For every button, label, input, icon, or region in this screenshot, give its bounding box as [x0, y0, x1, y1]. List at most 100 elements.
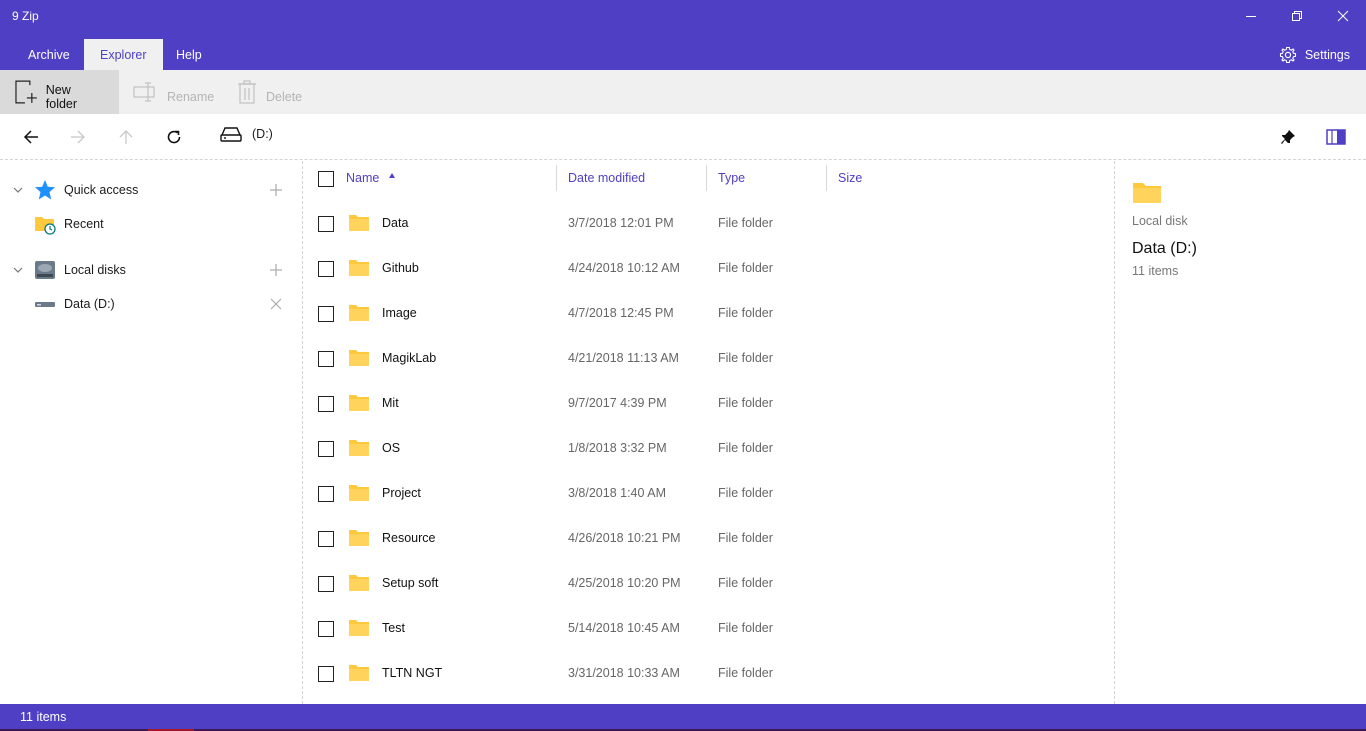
table-row[interactable]: Image 4/7/2018 12:45 PM File folder: [304, 291, 1115, 336]
folder-icon: [349, 485, 369, 501]
sidebar-item-recent[interactable]: Recent: [0, 210, 303, 238]
breadcrumb[interactable]: (D:): [220, 126, 273, 142]
file-name: Project: [382, 486, 421, 500]
file-name: Image: [382, 306, 417, 320]
file-type: File folder: [718, 351, 773, 365]
sidebar-item-local-disks[interactable]: Local disks: [0, 256, 303, 284]
new-folder-button[interactable]: New folder: [0, 70, 119, 114]
column-date-modified[interactable]: Date modified: [568, 171, 645, 185]
rename-button[interactable]: Rename: [119, 70, 228, 114]
row-checkbox[interactable]: [318, 396, 334, 412]
row-checkbox[interactable]: [318, 486, 334, 502]
row-checkbox[interactable]: [318, 441, 334, 457]
folder-icon: [349, 620, 369, 636]
title-bar: 9 Zip: [0, 0, 1366, 32]
back-button[interactable]: [18, 124, 44, 150]
sidebar-item-quick-access[interactable]: Quick access: [0, 176, 303, 204]
table-row[interactable]: Mit 9/7/2017 4:39 PM File folder: [304, 381, 1115, 426]
file-date-modified: 5/14/2018 10:45 AM: [568, 621, 680, 635]
file-date-modified: 4/24/2018 10:12 AM: [568, 261, 680, 275]
chevron-down-icon[interactable]: [12, 264, 24, 276]
settings-label: Settings: [1304, 47, 1350, 62]
table-row[interactable]: Test 5/14/2018 10:45 AM File folder: [304, 606, 1115, 651]
folder-icon: [349, 530, 369, 546]
tab-archive[interactable]: Archive: [12, 39, 86, 70]
file-type: File folder: [718, 486, 773, 500]
folder-icon: [349, 395, 369, 411]
folder-icon: [349, 215, 369, 231]
column-header: Name Date modified Type Size: [304, 161, 1115, 197]
forward-button[interactable]: [65, 124, 91, 150]
file-type: File folder: [718, 306, 773, 320]
file-date-modified: 4/21/2018 11:13 AM: [568, 351, 679, 365]
sidebar-item-label: Recent: [64, 217, 104, 231]
add-local-disk-button[interactable]: [268, 262, 284, 278]
details-pane: Local disk Data (D:) 11 items: [1116, 161, 1366, 704]
file-name: Resource: [382, 531, 436, 545]
table-row[interactable]: Project 3/8/2018 1:40 AM File folder: [304, 471, 1115, 516]
breadcrumb-path: (D:): [252, 127, 273, 141]
refresh-icon: [167, 130, 181, 144]
column-name[interactable]: Name: [346, 171, 379, 185]
column-divider[interactable]: [556, 165, 557, 191]
row-checkbox[interactable]: [318, 351, 334, 367]
rename-icon: [133, 82, 155, 102]
sidebar: Quick access Recent Local disks Data (D:…: [0, 161, 303, 704]
navigation-bar: (D:): [0, 114, 1366, 160]
ribbon-toolbar: New folder Rename Delete: [0, 70, 1366, 114]
close-icon: [1337, 10, 1349, 22]
table-row[interactable]: MagikLab 4/21/2018 11:13 AM File folder: [304, 336, 1115, 381]
file-name: MagikLab: [382, 351, 437, 365]
rename-label: Rename: [167, 90, 215, 104]
trash-icon: [238, 80, 256, 104]
row-checkbox[interactable]: [318, 261, 334, 277]
file-type: File folder: [718, 261, 773, 275]
close-button[interactable]: [1320, 0, 1366, 32]
details-pane-toggle[interactable]: [1323, 124, 1349, 150]
row-checkbox[interactable]: [318, 621, 334, 637]
tab-help[interactable]: Help: [160, 39, 218, 70]
column-size[interactable]: Size: [838, 171, 862, 185]
column-divider[interactable]: [706, 165, 707, 191]
sidebar-item-data-drive[interactable]: Data (D:): [0, 290, 303, 318]
folder-icon: [349, 440, 369, 456]
file-name: Setup soft: [382, 576, 439, 590]
pin-button[interactable]: [1275, 124, 1301, 150]
table-row[interactable]: TLTN NGT 3/31/2018 10:33 AM File folder: [304, 651, 1115, 696]
table-row[interactable]: Github 4/24/2018 10:12 AM File folder: [304, 246, 1115, 291]
remove-drive-button[interactable]: [268, 296, 284, 312]
table-row[interactable]: Setup soft 4/25/2018 10:20 PM File folder: [304, 561, 1115, 606]
chevron-down-icon[interactable]: [12, 184, 24, 196]
select-all-checkbox[interactable]: [318, 171, 334, 187]
file-type: File folder: [718, 441, 773, 455]
table-row[interactable]: Resource 4/26/2018 10:21 PM File folder: [304, 516, 1115, 561]
row-checkbox[interactable]: [318, 531, 334, 547]
row-checkbox[interactable]: [318, 306, 334, 322]
restore-button[interactable]: [1274, 0, 1320, 32]
row-checkbox[interactable]: [318, 216, 334, 232]
row-checkbox[interactable]: [318, 576, 334, 592]
file-name: TLTN NGT: [382, 666, 443, 680]
settings-button[interactable]: Settings: [1279, 39, 1350, 70]
add-quick-access-button[interactable]: [268, 182, 284, 198]
up-button[interactable]: [113, 124, 139, 150]
arrow-right-icon: [71, 130, 85, 144]
app-title: 9 Zip: [12, 9, 39, 23]
new-folder-label: New folder: [45, 83, 78, 111]
column-divider[interactable]: [826, 165, 827, 191]
tab-explorer[interactable]: Explorer: [84, 39, 163, 70]
delete-button[interactable]: Delete: [222, 70, 316, 114]
sidebar-item-label: Local disks: [64, 263, 126, 277]
drive-icon: [34, 293, 56, 315]
folder-icon: [349, 260, 369, 276]
column-type[interactable]: Type: [718, 171, 745, 185]
table-row[interactable]: Data 3/7/2018 12:01 PM File folder: [304, 201, 1115, 246]
row-checkbox[interactable]: [318, 666, 334, 682]
arrow-left-icon: [23, 130, 38, 144]
refresh-button[interactable]: [161, 124, 187, 150]
pin-icon: [1281, 130, 1295, 144]
table-row[interactable]: OS 1/8/2018 3:32 PM File folder: [304, 426, 1115, 471]
minimize-button[interactable]: [1228, 0, 1274, 32]
file-list: Name Date modified Type Size Data 3/7/201…: [304, 161, 1115, 704]
star-icon: [34, 179, 56, 201]
